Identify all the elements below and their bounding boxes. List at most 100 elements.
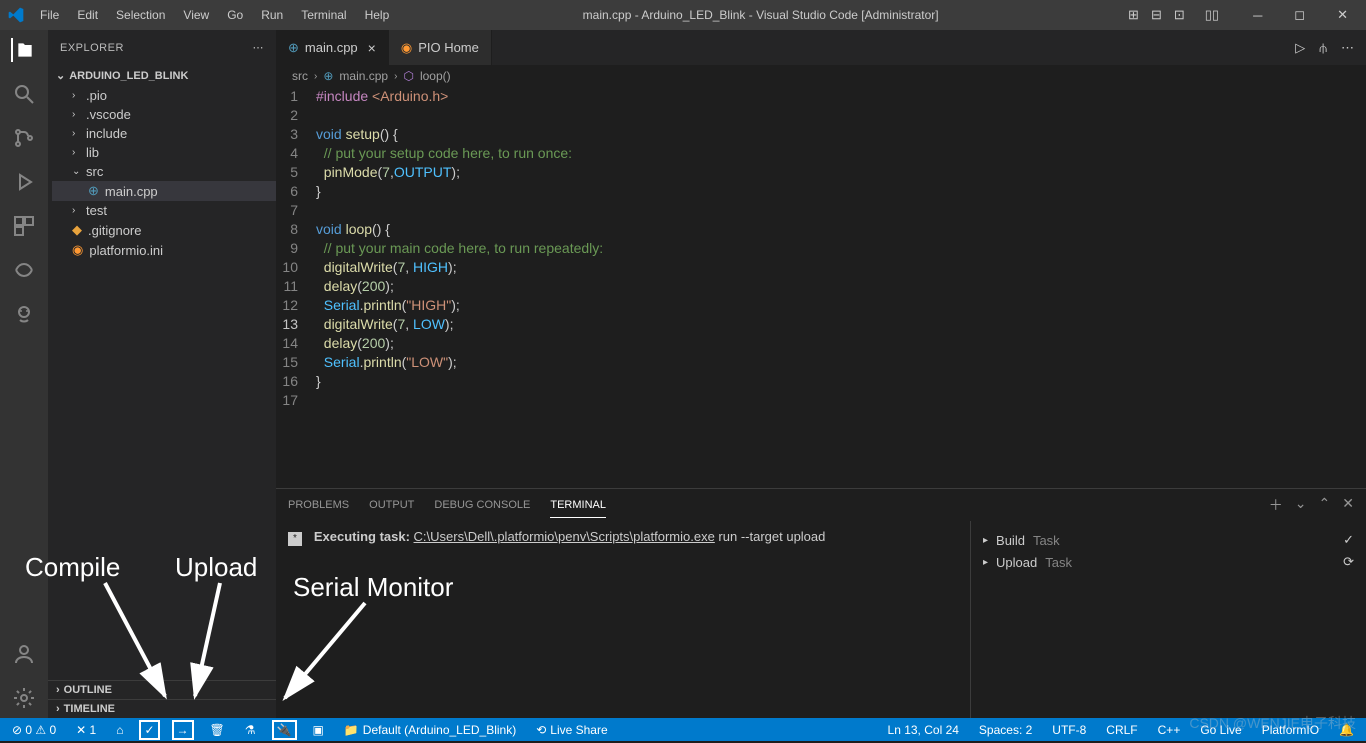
encoding[interactable]: UTF-8 xyxy=(1048,723,1090,737)
source-control-icon[interactable] xyxy=(12,126,36,150)
tree-item-test[interactable]: ›test xyxy=(52,201,276,220)
tree-item--gitignore[interactable]: ◆.gitignore xyxy=(52,220,276,240)
terminal-text: run --target upload xyxy=(715,529,826,544)
editor-actions: ▷ ⫛ ⋯ xyxy=(1295,40,1366,56)
breadcrumb-item[interactable]: src xyxy=(292,69,308,83)
menu-go[interactable]: Go xyxy=(219,4,251,26)
outline-section[interactable]: ›OUTLINE xyxy=(48,680,276,699)
minimize-button[interactable]: ─ xyxy=(1243,4,1272,27)
explorer-sidebar: EXPLORER ⋯ ⌄ ARDUINO_LED_BLINK ›.pio›.vs… xyxy=(48,30,276,718)
live-share[interactable]: ⟲ Live Share xyxy=(532,723,611,737)
run-icon[interactable]: ▷ xyxy=(1295,40,1305,56)
menu-file[interactable]: File xyxy=(32,4,67,26)
panel-tab-output[interactable]: OUTPUT xyxy=(369,493,414,517)
platformio-icon[interactable] xyxy=(12,302,36,326)
tree-item--vscode[interactable]: ›.vscode xyxy=(52,105,276,124)
settings-gear-icon[interactable] xyxy=(12,686,36,710)
status-ports[interactable]: ✕ 1 xyxy=(72,723,100,737)
tasks-panel: ▸Build Task✓▸Upload Task⟳ xyxy=(971,521,1366,718)
menu-run[interactable]: Run xyxy=(253,4,291,26)
chevron-down-icon: ⌄ xyxy=(56,69,65,82)
folder-header[interactable]: ⌄ ARDUINO_LED_BLINK xyxy=(48,65,276,86)
explorer-header: EXPLORER ⋯ xyxy=(48,30,276,65)
explorer-icon[interactable] xyxy=(11,38,35,62)
panel-tab-problems[interactable]: PROBLEMS xyxy=(288,493,349,517)
layout-controls: ⊞ ⊟ ⊡ ▯▯ xyxy=(1124,5,1223,25)
terminal-icon[interactable]: ▣ xyxy=(309,723,328,737)
menu-edit[interactable]: Edit xyxy=(69,4,106,26)
maximize-panel-icon[interactable]: ⌃ xyxy=(1319,489,1331,521)
method-icon: ⬡ xyxy=(403,69,413,83)
menu-help[interactable]: Help xyxy=(357,4,398,26)
build-icon[interactable]: ✓ xyxy=(139,720,159,740)
tree-item-src[interactable]: ⌄src xyxy=(52,162,276,181)
breadcrumb-item[interactable]: main.cpp xyxy=(339,69,388,83)
cpp-icon: ⊕ xyxy=(323,69,333,83)
explorer-title: EXPLORER xyxy=(60,42,124,54)
breadcrumb-item[interactable]: loop() xyxy=(420,69,451,83)
vscode-icon xyxy=(8,7,24,23)
menu-terminal[interactable]: Terminal xyxy=(293,4,354,26)
layout-icon[interactable]: ⊡ xyxy=(1170,5,1189,25)
terminal-text: Executing task: xyxy=(314,529,414,544)
status-bar: ⊘ 0 ⚠ 0 ✕ 1 ⌂ ✓ → 🗑 ⚗ 🔌 ▣ 📁 Default (Ard… xyxy=(0,718,1366,741)
extensions-icon[interactable] xyxy=(12,214,36,238)
bottom-panel: PROBLEMSOUTPUTDEBUG CONSOLETERMINAL ＋ ⌄ … xyxy=(276,488,1366,718)
terminal-path: C:\Users\Dell\.platformio\penv\Scripts\p… xyxy=(414,529,715,544)
maximize-button[interactable]: ◻ xyxy=(1284,3,1315,27)
window-title: main.cpp - Arduino_LED_Blink - Visual St… xyxy=(397,8,1124,22)
folder-name: ARDUINO_LED_BLINK xyxy=(69,70,188,82)
status-errors[interactable]: ⊘ 0 ⚠ 0 xyxy=(8,723,60,737)
accounts-icon[interactable] xyxy=(12,642,36,666)
run-debug-icon[interactable] xyxy=(12,170,36,194)
panel-tab-terminal[interactable]: TERMINAL xyxy=(550,493,606,518)
split-editor-icon[interactable]: ⫛ xyxy=(1319,40,1327,56)
terminal-output[interactable]: * Executing task: C:\Users\Dell\.platfor… xyxy=(276,521,971,718)
breadcrumb[interactable]: src › ⊕ main.cpp › ⬡ loop() xyxy=(276,65,1366,87)
tabs-bar: ⊕main.cpp×◉PIO Home ▷ ⫛ ⋯ xyxy=(276,30,1366,65)
indentation[interactable]: Spaces: 2 xyxy=(975,723,1036,737)
layout-icon[interactable]: ⊟ xyxy=(1147,5,1166,25)
menu-view[interactable]: View xyxy=(175,4,217,26)
panel-tab-debug-console[interactable]: DEBUG CONSOLE xyxy=(434,493,530,517)
window-controls: ─ ◻ ✕ xyxy=(1243,3,1358,27)
tab-main-cpp[interactable]: ⊕main.cpp× xyxy=(276,30,389,65)
tree-item-main-cpp[interactable]: ⊕main.cpp xyxy=(52,181,276,201)
test-icon[interactable]: ⚗ xyxy=(241,723,260,737)
dropdown-icon[interactable]: ⌄ xyxy=(1295,489,1307,521)
tree-item-lib[interactable]: ›lib xyxy=(52,143,276,162)
task-row-build[interactable]: ▸Build Task✓ xyxy=(983,529,1354,551)
layout-icon[interactable]: ⊞ xyxy=(1124,5,1143,25)
close-tab-icon[interactable]: × xyxy=(368,40,376,56)
panel-tabs: PROBLEMSOUTPUTDEBUG CONSOLETERMINAL ＋ ⌄ … xyxy=(276,489,1366,521)
language-mode[interactable]: C++ xyxy=(1154,723,1185,737)
code-editor[interactable]: 1#include <Arduino.h>23void setup() {4 /… xyxy=(276,87,1366,488)
menu-bar: FileEditSelectionViewGoRunTerminalHelp xyxy=(32,4,397,26)
file-tree: ›.pio›.vscode›include›lib⌄src⊕main.cpp›t… xyxy=(48,86,276,680)
task-row-upload[interactable]: ▸Upload Task⟳ xyxy=(983,551,1354,573)
serial-monitor-icon[interactable]: 🔌 xyxy=(272,720,297,740)
project-env[interactable]: 📁 Default (Arduino_LED_Blink) xyxy=(340,723,520,737)
tree-item--pio[interactable]: ›.pio xyxy=(52,86,276,105)
activity-bar xyxy=(0,30,48,718)
menu-selection[interactable]: Selection xyxy=(108,4,173,26)
clean-icon[interactable]: 🗑 xyxy=(206,723,229,737)
tree-item-include[interactable]: ›include xyxy=(52,124,276,143)
close-panel-icon[interactable]: ✕ xyxy=(1342,489,1354,521)
editor-area: ⊕main.cpp×◉PIO Home ▷ ⫛ ⋯ src › ⊕ main.c… xyxy=(276,30,1366,718)
title-bar: FileEditSelectionViewGoRunTerminalHelp m… xyxy=(0,0,1366,30)
upload-icon[interactable]: → xyxy=(172,720,194,740)
search-icon[interactable] xyxy=(12,82,36,106)
tab-pio-home[interactable]: ◉PIO Home xyxy=(389,30,492,65)
cursor-position[interactable]: Ln 13, Col 24 xyxy=(884,723,963,737)
home-icon[interactable]: ⌂ xyxy=(112,723,127,737)
more-icon[interactable]: ⋯ xyxy=(1341,40,1354,56)
eol[interactable]: CRLF xyxy=(1102,723,1141,737)
layout-customize-icon[interactable]: ▯▯ xyxy=(1201,5,1223,25)
new-terminal-icon[interactable]: ＋ xyxy=(1269,489,1283,521)
tree-item-platformio-ini[interactable]: ◉platformio.ini xyxy=(52,240,276,260)
remote-explorer-icon[interactable] xyxy=(12,258,36,282)
timeline-section[interactable]: ›TIMELINE xyxy=(48,699,276,718)
close-button[interactable]: ✕ xyxy=(1327,3,1358,27)
more-icon[interactable]: ⋯ xyxy=(253,41,265,54)
